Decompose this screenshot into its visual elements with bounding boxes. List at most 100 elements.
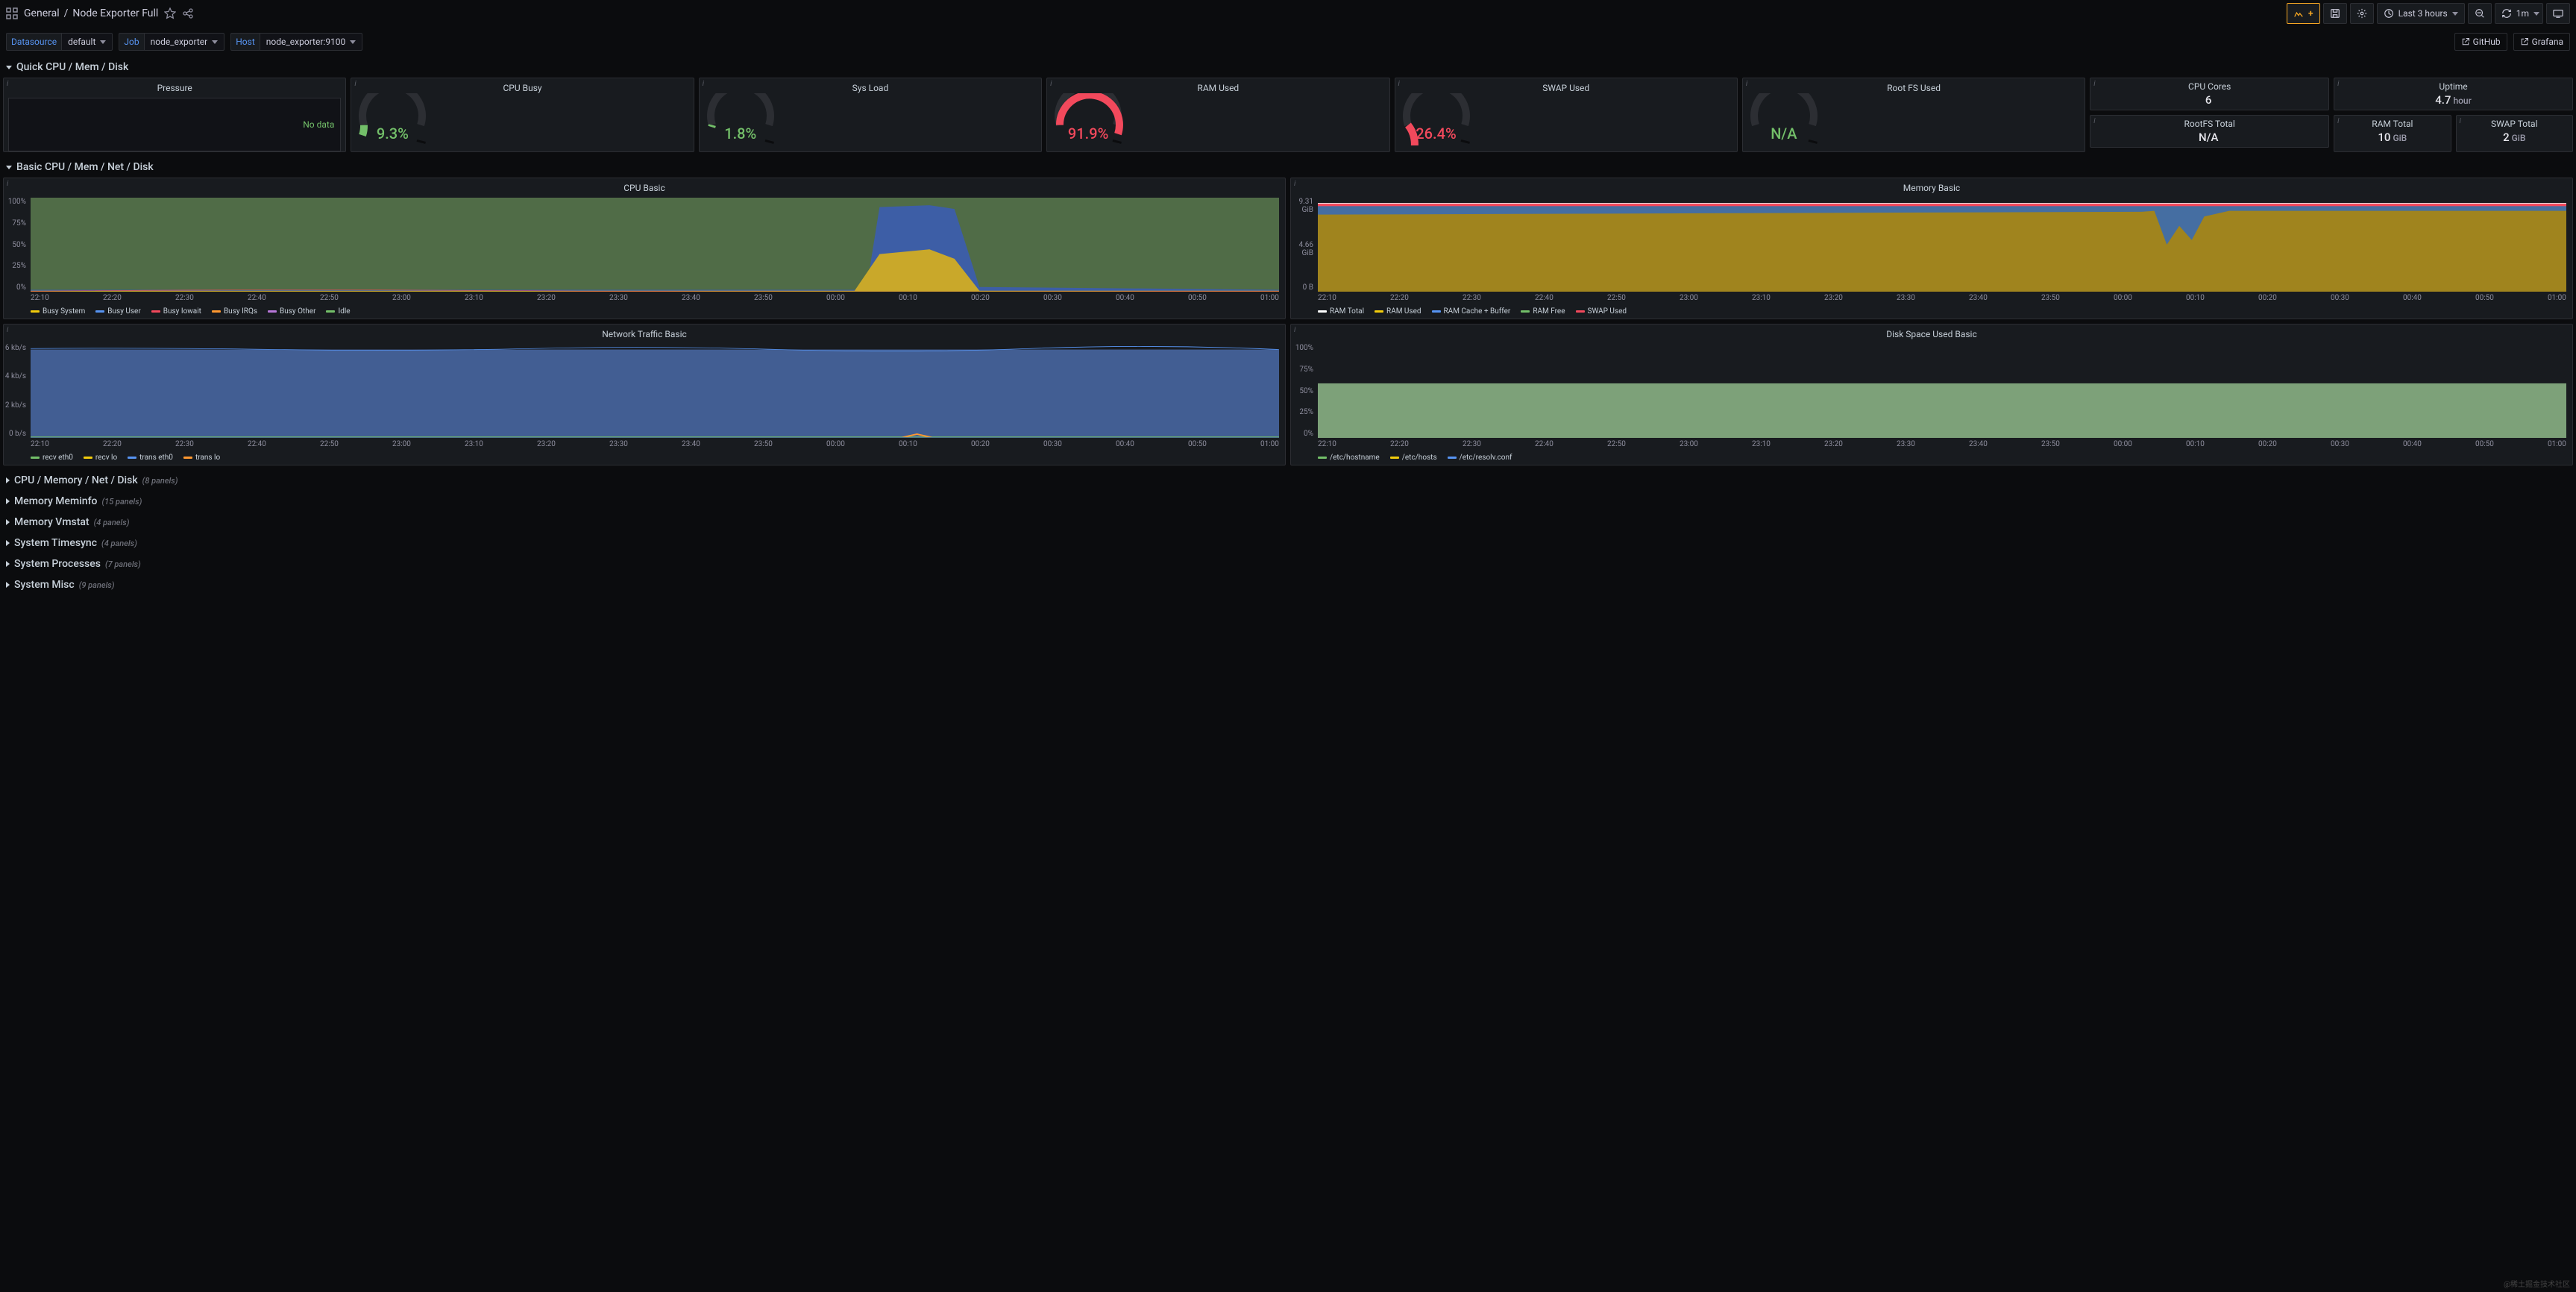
- info-icon[interactable]: i: [1294, 326, 1295, 334]
- variables-bar: Datasourcedefault Jobnode_exporter Hostn…: [0, 27, 2576, 57]
- info-icon[interactable]: i: [1294, 180, 1295, 188]
- row-collapsed-header[interactable]: System Misc (9 panels): [0, 574, 2576, 595]
- top-toolbar: General / Node Exporter Full + Last 3 ho…: [0, 0, 2576, 27]
- panel-rootfs-used[interactable]: iRoot FS UsedN/A: [1742, 78, 2085, 152]
- share-icon[interactable]: [182, 7, 194, 19]
- legend-item[interactable]: /etc/resolv.conf: [1448, 454, 1512, 462]
- var-host-label: Host: [230, 33, 260, 51]
- x-axis: 22:1022:2022:3022:4022:5023:0023:1023:20…: [1318, 440, 2566, 448]
- watermark: @稀土掘金技术社区: [2504, 1278, 2570, 1289]
- legend-item[interactable]: RAM Cache + Buffer: [1432, 307, 1511, 316]
- settings-button[interactable]: [2350, 3, 2374, 24]
- var-job-select[interactable]: node_exporter: [144, 33, 225, 51]
- legend-item[interactable]: /etc/hostname: [1318, 454, 1380, 462]
- info-icon[interactable]: i: [703, 80, 704, 88]
- panel-ram-used[interactable]: iRAM Used91.9%: [1046, 78, 1389, 152]
- breadcrumb-title[interactable]: Node Exporter Full: [72, 7, 158, 19]
- legend-item[interactable]: Busy Iowait: [151, 307, 201, 316]
- x-axis: 22:1022:2022:3022:4022:5023:0023:1023:20…: [1318, 294, 2566, 302]
- info-icon[interactable]: i: [2093, 80, 2095, 88]
- info-icon[interactable]: i: [2337, 80, 2339, 88]
- y-axis: 9.31 GiB4.66 GiB0 B: [1291, 198, 1316, 292]
- stat-uptime[interactable]: iUptime4.7hour: [2334, 78, 2573, 110]
- panel-cpu-basic[interactable]: i CPU Basic 100%75%50%25%0% 22:1022:2022…: [3, 178, 1286, 319]
- save-button[interactable]: [2323, 3, 2347, 24]
- info-icon[interactable]: i: [7, 326, 8, 334]
- legend-item[interactable]: trans eth0: [128, 454, 173, 462]
- var-datasource-label: Datasource: [6, 33, 61, 51]
- info-icon[interactable]: i: [1398, 80, 1400, 88]
- y-axis: 100%75%50%25%0%: [1291, 344, 1316, 438]
- row-collapsed-header[interactable]: CPU / Memory / Net / Disk (8 panels): [0, 470, 2576, 491]
- panel-sys-load[interactable]: iSys Load1.8%: [699, 78, 1042, 152]
- chart-legend: Busy System Busy User Busy Iowait Busy IRQs…: [31, 307, 1279, 316]
- panel-memory-basic[interactable]: i Memory Basic 9.31 GiB4.66 GiB0 B 22:10…: [1290, 178, 2573, 319]
- panel-pressure[interactable]: i Pressure No data: [3, 78, 346, 152]
- legend-item[interactable]: Idle: [326, 307, 350, 316]
- star-icon[interactable]: [164, 7, 176, 19]
- info-icon[interactable]: i: [7, 180, 8, 188]
- row-quick-header[interactable]: Quick CPU / Mem / Disk: [0, 57, 2576, 78]
- info-icon[interactable]: i: [1746, 80, 1747, 88]
- legend-item[interactable]: Busy User: [95, 307, 140, 316]
- stat-swap-total[interactable]: iSWAP Total2GiB: [2456, 115, 2573, 152]
- refresh-button[interactable]: 1m: [2495, 3, 2543, 24]
- legend-item[interactable]: Busy Other: [268, 307, 315, 316]
- legend-item[interactable]: Busy System: [31, 307, 85, 316]
- row-collapsed-header[interactable]: System Processes (7 panels): [0, 554, 2576, 574]
- link-github[interactable]: GitHub: [2454, 33, 2507, 51]
- link-grafana[interactable]: Grafana: [2513, 33, 2570, 51]
- var-host-select[interactable]: node_exporter:9100: [260, 33, 363, 51]
- x-axis: 22:1022:2022:3022:4022:5023:0023:1023:20…: [31, 294, 1279, 302]
- panel-swap-used[interactable]: iSWAP Used26.4%: [1395, 78, 1738, 152]
- legend-item[interactable]: /etc/hosts: [1390, 454, 1437, 462]
- info-icon[interactable]: i: [2337, 117, 2339, 125]
- row-quick-panels: i Pressure No data iCPU Busy9.3% iSys Lo…: [0, 78, 2576, 157]
- legend-item[interactable]: recv lo: [84, 454, 117, 462]
- breadcrumb: General / Node Exporter Full: [24, 7, 158, 19]
- row-collapsed-header[interactable]: Memory Meminfo (15 panels): [0, 491, 2576, 512]
- chart-legend: RAM Total RAM Used RAM Cache + Buffer RAM F…: [1318, 307, 2566, 316]
- chart-plot[interactable]: [31, 198, 1279, 292]
- chart-plot[interactable]: [31, 344, 1279, 438]
- tv-mode-button[interactable]: [2546, 3, 2570, 24]
- stat-ram-total[interactable]: iRAM Total10GiB: [2334, 115, 2451, 152]
- y-axis: 100%75%50%25%0%: [4, 198, 29, 292]
- stat-cpu-cores[interactable]: iCPU Cores6: [2090, 78, 2329, 110]
- chart-plot[interactable]: [1318, 344, 2566, 438]
- chevron-down-icon: [2452, 12, 2458, 16]
- info-icon[interactable]: i: [7, 80, 8, 88]
- legend-item[interactable]: RAM Total: [1318, 307, 1364, 316]
- legend-item[interactable]: recv eth0: [31, 454, 73, 462]
- time-range-picker[interactable]: Last 3 hours: [2377, 3, 2465, 24]
- info-icon[interactable]: i: [354, 80, 356, 88]
- var-job-label: Job: [119, 33, 143, 51]
- panel-network-basic[interactable]: i Network Traffic Basic 6 kb/s4 kb/s2 kb…: [3, 324, 1286, 465]
- var-datasource-select[interactable]: default: [61, 33, 113, 51]
- y-axis: 6 kb/s4 kb/s2 kb/s0 b/s: [4, 344, 29, 438]
- chart-legend: recv eth0 recv lo trans eth0 trans lo: [31, 454, 1279, 462]
- chart-legend: /etc/hostname/etc/hosts/etc/resolv.conf: [1318, 454, 2566, 462]
- legend-item[interactable]: RAM Free: [1521, 307, 1565, 316]
- row-collapsed-header[interactable]: Memory Vmstat (4 panels): [0, 512, 2576, 533]
- zoom-out-button[interactable]: [2468, 3, 2492, 24]
- info-icon[interactable]: i: [2093, 117, 2095, 125]
- x-axis: 22:1022:2022:3022:4022:5023:0023:1023:20…: [31, 440, 1279, 448]
- dashboard-grid-icon[interactable]: [6, 7, 18, 19]
- add-panel-button[interactable]: +: [2287, 3, 2320, 24]
- stat-rootfs-total[interactable]: iRootFS TotalN/A: [2090, 115, 2329, 148]
- breadcrumb-folder[interactable]: General: [24, 7, 60, 19]
- row-collapsed-header[interactable]: System Timesync (4 panels): [0, 533, 2576, 554]
- row-basic-header[interactable]: Basic CPU / Mem / Net / Disk: [0, 157, 2576, 178]
- info-icon[interactable]: i: [2460, 117, 2461, 125]
- legend-item[interactable]: RAM Used: [1375, 307, 1421, 316]
- chart-plot[interactable]: [1318, 198, 2566, 292]
- legend-item[interactable]: Busy IRQs: [212, 307, 257, 316]
- panel-cpu-busy[interactable]: iCPU Busy9.3%: [351, 78, 694, 152]
- legend-item[interactable]: trans lo: [183, 454, 220, 462]
- legend-item[interactable]: SWAP Used: [1576, 307, 1627, 316]
- panel-disk-basic[interactable]: i Disk Space Used Basic 100%75%50%25%0% …: [1290, 324, 2573, 465]
- no-data: No data: [8, 98, 341, 151]
- chevron-down-icon: [2533, 12, 2539, 16]
- info-icon[interactable]: i: [1050, 80, 1052, 88]
